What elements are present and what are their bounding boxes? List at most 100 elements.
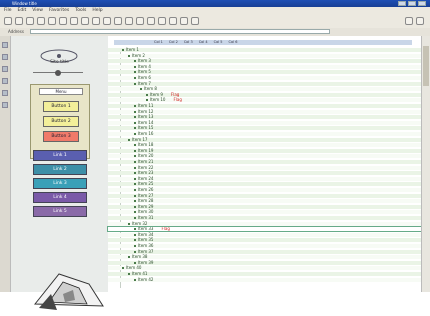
tree-row[interactable]: Item 7 xyxy=(108,81,430,86)
menu-item[interactable]: Favorites xyxy=(49,8,69,13)
tree-row[interactable]: Item 21 xyxy=(108,160,430,164)
menu-item[interactable]: Tools xyxy=(75,8,86,13)
tree-row[interactable]: Item 16 xyxy=(108,132,430,136)
tree-row[interactable]: Item 35 xyxy=(108,238,430,243)
tool-icon[interactable] xyxy=(2,78,8,84)
tree-row[interactable]: Item 4 xyxy=(108,63,430,69)
tree-row[interactable]: Item 36 xyxy=(108,244,430,248)
panel-button-2[interactable]: Button 2 xyxy=(43,116,79,127)
panel-button-3[interactable]: Button 3 xyxy=(43,131,79,142)
mail-icon[interactable] xyxy=(92,17,100,25)
tree-row-label: Item 4 xyxy=(138,63,151,69)
tool-icon[interactable] xyxy=(2,42,8,48)
nav-button-1[interactable]: Link 1 xyxy=(33,150,87,161)
tree-row-label: Item 10 xyxy=(150,97,166,103)
cut-icon[interactable] xyxy=(147,17,155,25)
column-header[interactable]: Col 3 xyxy=(184,40,193,45)
tree-row[interactable]: Item 42 xyxy=(108,277,430,282)
tree-row-label: Item 28 xyxy=(138,198,154,204)
tree-row[interactable]: Item 1 xyxy=(108,48,422,52)
nav-button-5[interactable]: Link 5 xyxy=(33,206,87,217)
tree-row[interactable]: Item 6 xyxy=(108,76,430,80)
tree-row[interactable]: Item 26 xyxy=(108,188,430,192)
forward-icon[interactable] xyxy=(15,17,23,25)
tree-row[interactable]: Item 13 xyxy=(108,115,430,120)
tree-row[interactable]: Item 37 xyxy=(108,249,430,254)
tree-row[interactable]: Item 14 xyxy=(108,120,430,125)
tree-row[interactable]: Item 23 xyxy=(108,171,430,176)
column-header[interactable]: Col 2 xyxy=(169,40,178,45)
minimize-button[interactable] xyxy=(398,1,406,6)
tree-row[interactable]: Item 25 xyxy=(108,182,430,187)
bullet-icon xyxy=(134,121,136,124)
redo-icon[interactable] xyxy=(191,17,199,25)
nav-button-4[interactable]: Link 4 xyxy=(33,192,87,203)
menu-item[interactable]: File xyxy=(4,8,12,13)
tree-row[interactable]: Item 12 xyxy=(108,109,430,114)
bullet-icon xyxy=(134,60,136,63)
maximize-button[interactable] xyxy=(408,1,416,6)
settings-icon[interactable] xyxy=(405,17,413,25)
scroll-thumb[interactable] xyxy=(423,46,429,86)
edit-icon[interactable] xyxy=(114,17,122,25)
column-header[interactable]: Col 5 xyxy=(214,40,223,45)
tree-row[interactable]: Item 2 xyxy=(108,53,428,58)
tree-row[interactable]: Item 32 xyxy=(108,221,428,226)
tree-row[interactable]: Item 33 Flag xyxy=(107,226,430,233)
tree-row[interactable]: Item 28 xyxy=(108,198,430,204)
undo-icon[interactable] xyxy=(180,17,188,25)
tree-row[interactable]: Item 31 xyxy=(108,216,430,220)
panel-button-1[interactable]: Button 1 xyxy=(43,101,79,112)
tree-row[interactable]: Item 29 xyxy=(108,204,430,209)
menu-item[interactable]: View xyxy=(32,8,43,13)
tree-row[interactable]: Item 39 xyxy=(108,260,430,265)
tree-row[interactable]: Item 40 xyxy=(108,266,422,271)
tree-row[interactable]: Item 18 xyxy=(108,143,430,148)
tool-icon[interactable] xyxy=(2,90,8,96)
favorites-icon[interactable] xyxy=(70,17,78,25)
help-icon[interactable] xyxy=(416,17,424,25)
tree-row[interactable]: Item 20 xyxy=(108,154,430,159)
print-icon[interactable] xyxy=(103,17,111,25)
tree-row[interactable]: Item 27 xyxy=(108,193,430,198)
tree-row[interactable]: Item 19 xyxy=(108,148,430,153)
tree-row[interactable]: Item 3 xyxy=(108,59,430,64)
history-icon[interactable] xyxy=(81,17,89,25)
tree-row[interactable]: Item 30 xyxy=(108,210,430,215)
column-header[interactable]: Col 4 xyxy=(199,40,208,45)
tree-row[interactable]: Item 15 xyxy=(108,126,430,131)
address-input[interactable] xyxy=(30,29,330,34)
tool-icon[interactable] xyxy=(2,54,8,60)
search-icon[interactable] xyxy=(59,17,67,25)
menu-item[interactable]: Help xyxy=(92,8,102,13)
tree-row[interactable]: Item 11 xyxy=(108,104,430,108)
tree-row[interactable]: Item 41 xyxy=(108,272,428,276)
paste-icon[interactable] xyxy=(169,17,177,25)
bullet-icon xyxy=(134,127,136,130)
menu-item[interactable]: Edit xyxy=(18,8,27,13)
tree-row[interactable]: Item 5 xyxy=(108,70,430,75)
home-icon[interactable] xyxy=(48,17,56,25)
tree-row[interactable]: Item 24 xyxy=(108,176,430,181)
tree-row[interactable]: Item 17 xyxy=(108,137,428,142)
copy-icon[interactable] xyxy=(158,17,166,25)
tool-icon[interactable] xyxy=(2,66,8,72)
refresh-icon[interactable] xyxy=(37,17,45,25)
column-header[interactable]: Col 1 xyxy=(154,40,163,45)
column-header[interactable]: Col 6 xyxy=(229,40,238,45)
tree-row[interactable]: Item 34 xyxy=(108,232,430,237)
back-icon[interactable] xyxy=(4,17,12,25)
tree-row[interactable]: Item 38 xyxy=(108,255,428,260)
tree-row[interactable]: Item 8 xyxy=(108,87,430,92)
tree-row[interactable]: Item 10 Flag xyxy=(108,97,430,103)
close-button[interactable] xyxy=(418,1,426,6)
vertical-scrollbar[interactable] xyxy=(421,36,430,292)
link-icon[interactable] xyxy=(136,17,144,25)
nav-button-2[interactable]: Link 2 xyxy=(33,164,87,175)
tool-icon[interactable] xyxy=(2,102,8,108)
nav-button-3[interactable]: Link 3 xyxy=(33,178,87,189)
discuss-icon[interactable] xyxy=(125,17,133,25)
tree-row[interactable]: Item 9 Flag xyxy=(108,92,430,97)
stop-icon[interactable] xyxy=(26,17,34,25)
tree-row[interactable]: Item 22 xyxy=(108,165,430,170)
